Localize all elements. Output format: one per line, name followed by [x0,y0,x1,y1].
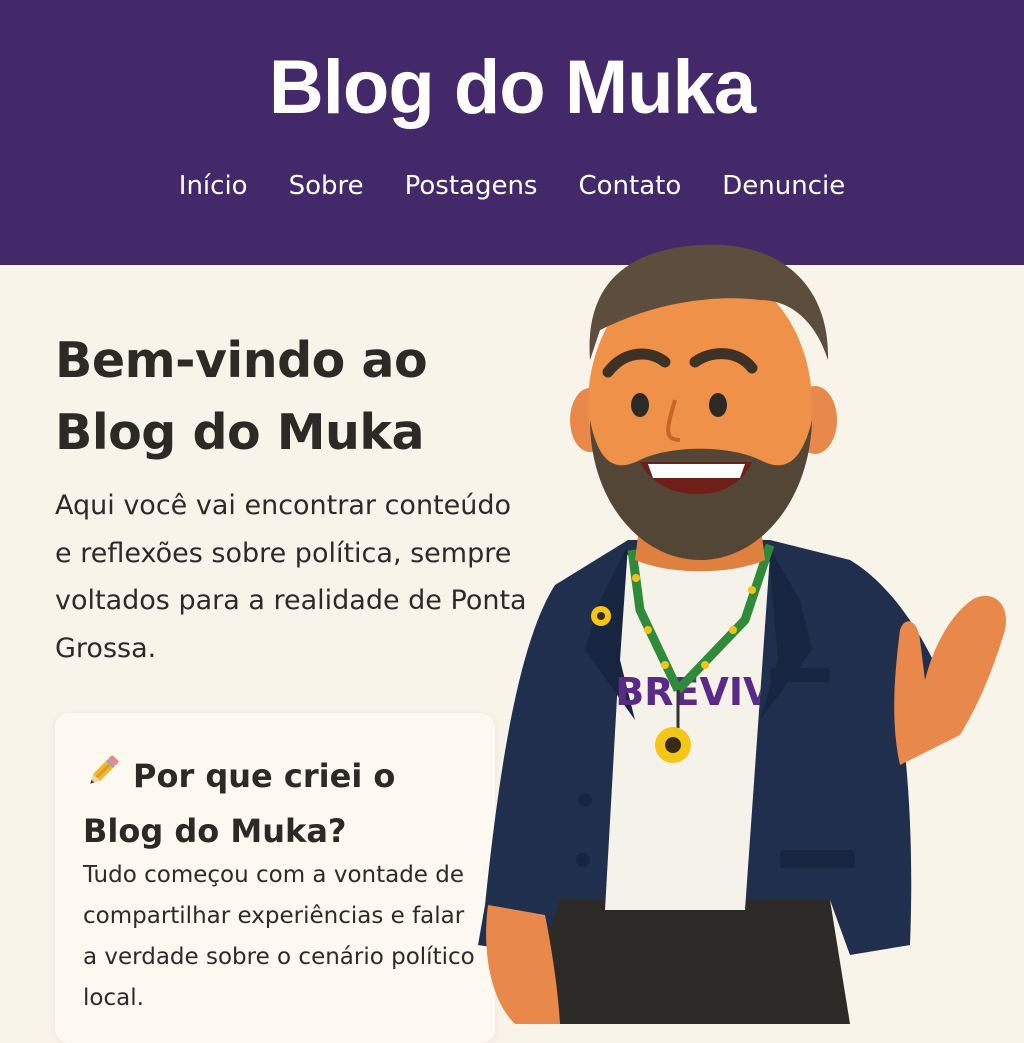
cartoon-man-illustration: SOBREVIVE [478,244,1006,1024]
nav-link-sobre[interactable]: Sobre [289,168,364,204]
nav-link-denuncie[interactable]: Denuncie [722,168,845,204]
card-title-line2: Blog do Muka? [83,812,347,850]
nav-link-inicio[interactable]: Início [179,168,248,204]
site-title[interactable]: Blog do Muka [0,40,1024,136]
sunflower-icon [655,727,691,763]
nav-link-contato[interactable]: Contato [578,168,681,204]
waving-hand [894,595,1006,765]
main-nav: Início Sobre Postagens Contato Denuncie [0,168,1024,204]
card-title-line1: Por que criei o [133,757,396,795]
card-text: Tudo começou com a vontade de compartilh… [83,862,475,1011]
card-title: Por que criei o Blog do Muka? [83,751,443,857]
site-header: Blog do Muka Início Sobre Postagens Cont… [0,0,1024,265]
hero-title: Bem-vindo ao Blog do Muka [55,325,428,469]
about-card: Por que criei o Blog do Muka? Tudo começ… [55,713,495,1043]
pants [520,900,850,1024]
hero-text: Aqui você vai encontrar conteúdo e refle… [55,490,527,664]
hero-title-line1: Bem-vindo ao [55,332,428,389]
sunflower-pin-icon [591,606,611,626]
pencil-icon [83,751,123,806]
nav-link-postagens[interactable]: Postagens [405,168,538,204]
hero-title-line2: Blog do Muka [55,404,425,461]
